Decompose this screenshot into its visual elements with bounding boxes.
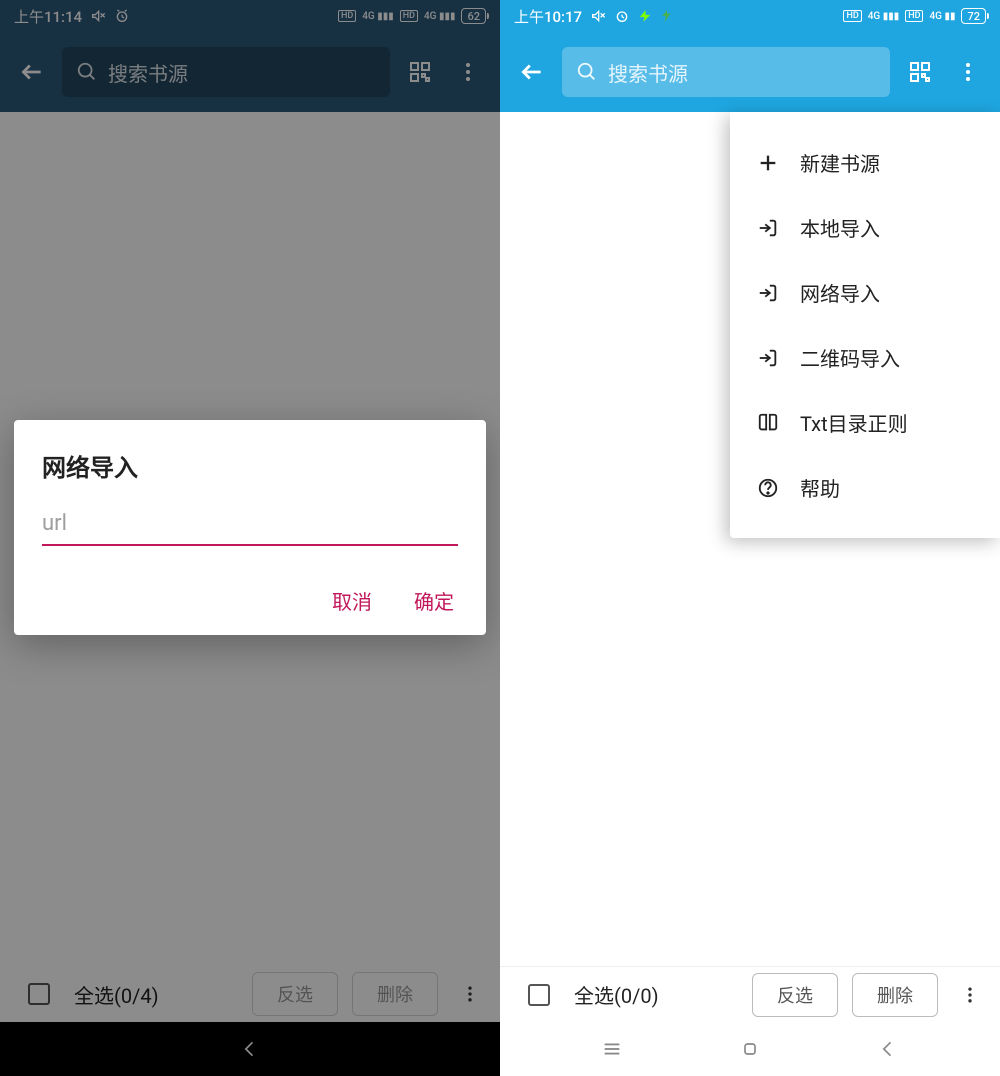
hd-icon: HD <box>905 10 923 22</box>
signal-icon: 4G ▮▮▮ <box>868 11 900 22</box>
signal-icon: 4G ▮▮ <box>929 11 955 22</box>
menu-item-label: 本地导入 <box>800 213 880 242</box>
charging-icon <box>638 9 652 23</box>
url-input[interactable] <box>42 507 458 546</box>
menu-item-label: Txt目录正则 <box>800 408 908 437</box>
nav-recents-button[interactable] <box>598 1035 626 1063</box>
import-icon <box>756 281 780 305</box>
top-bar: 搜索书源 <box>500 32 1000 112</box>
alarm-icon <box>614 8 630 24</box>
leaf-icon <box>660 9 674 23</box>
status-time: 上午10:17 <box>514 6 582 27</box>
mute-icon <box>590 8 606 24</box>
menu-help[interactable]: 帮助 <box>730 455 1000 520</box>
bottom-more-button[interactable] <box>958 985 982 1005</box>
qr-button[interactable] <box>902 54 938 90</box>
bottom-bar: 全选(0/0) 反选 删除 <box>500 966 1000 1022</box>
invert-button[interactable]: 反选 <box>752 973 838 1017</box>
import-icon <box>756 346 780 370</box>
nav-bar <box>500 1022 1000 1076</box>
book-icon <box>756 411 780 435</box>
menu-local-import[interactable]: 本地导入 <box>730 195 1000 260</box>
menu-item-label: 二维码导入 <box>800 343 900 372</box>
menu-item-label: 帮助 <box>800 473 840 502</box>
menu-new-source[interactable]: 新建书源 <box>730 130 1000 195</box>
nav-home-button[interactable] <box>736 1035 764 1063</box>
import-icon <box>756 216 780 240</box>
delete-button[interactable]: 删除 <box>852 973 938 1017</box>
more-button[interactable] <box>950 54 986 90</box>
back-button[interactable] <box>514 54 550 90</box>
plus-icon <box>756 151 780 175</box>
menu-txt-regex[interactable]: Txt目录正则 <box>730 390 1000 455</box>
cancel-button[interactable]: 取消 <box>332 586 372 615</box>
menu-item-label: 网络导入 <box>800 278 880 307</box>
nav-back-button[interactable] <box>874 1035 902 1063</box>
select-all-checkbox[interactable] <box>528 984 550 1006</box>
dropdown-menu: 新建书源 本地导入 网络导入 二维码导入 Txt目录正则 帮助 <box>730 112 1000 538</box>
ok-button[interactable]: 确定 <box>414 586 454 615</box>
status-bar: 上午10:17 HD 4G ▮▮▮ HD 4G ▮▮ 72 <box>500 0 1000 32</box>
menu-qr-import[interactable]: 二维码导入 <box>730 325 1000 390</box>
battery-icon: 72 <box>961 8 986 24</box>
hd-icon: HD <box>843 10 861 22</box>
search-input[interactable]: 搜索书源 <box>562 47 890 97</box>
search-placeholder: 搜索书源 <box>608 58 688 87</box>
menu-network-import[interactable]: 网络导入 <box>730 260 1000 325</box>
network-import-dialog: 网络导入 取消 确定 <box>14 420 486 635</box>
select-all-label: 全选(0/0) <box>574 980 659 1009</box>
dialog-title: 网络导入 <box>42 448 458 483</box>
menu-item-label: 新建书源 <box>800 148 880 177</box>
help-icon <box>756 476 780 500</box>
